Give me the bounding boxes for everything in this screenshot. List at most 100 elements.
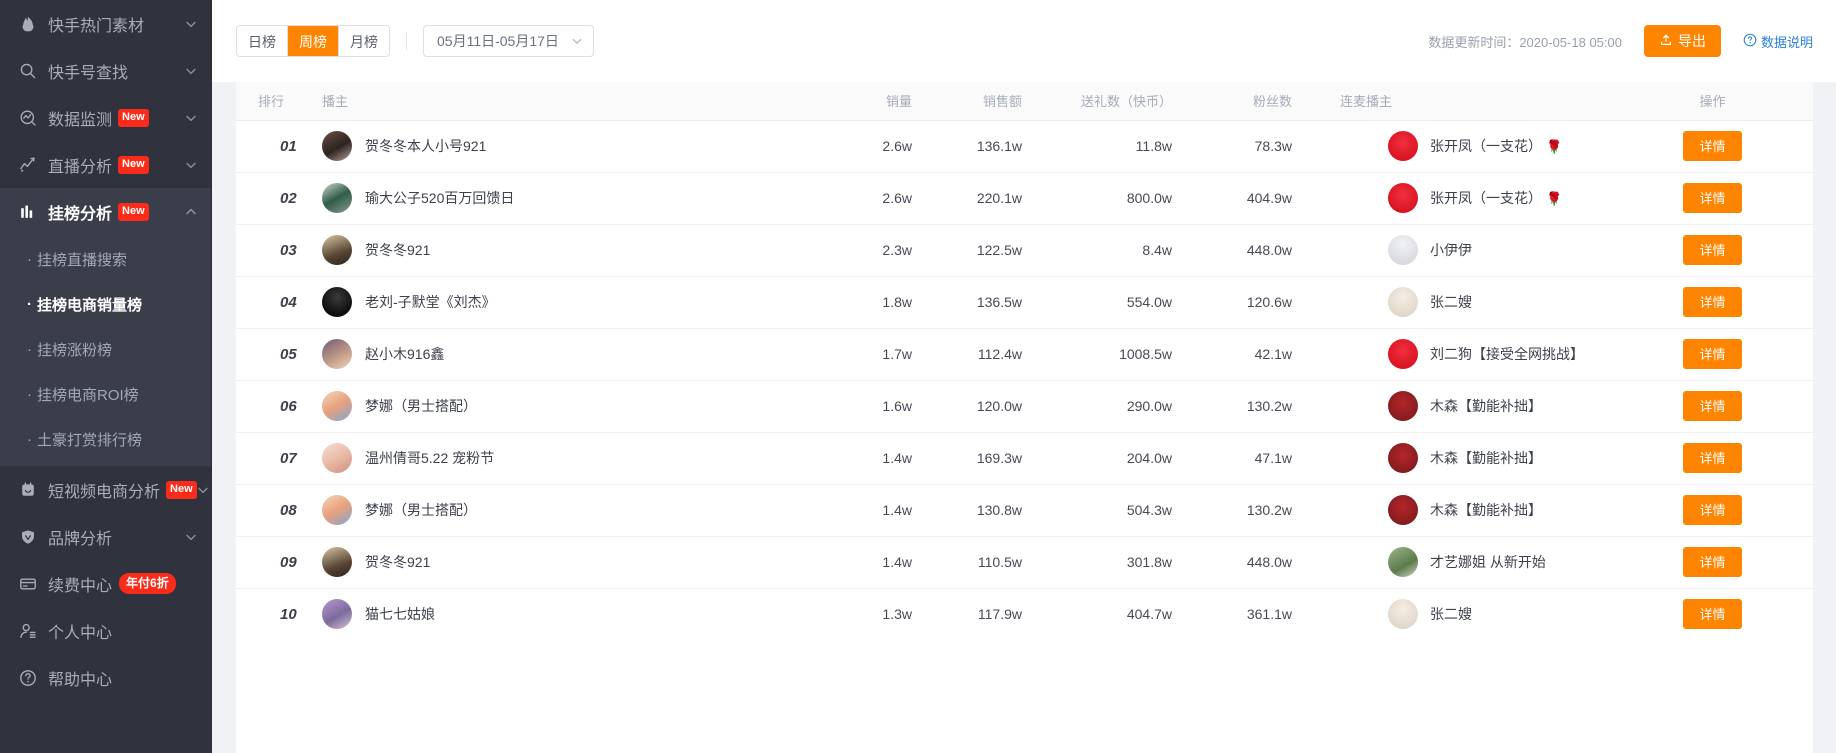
cell-fans: 42.1w [1172, 328, 1292, 381]
sidebar-subitem-label: 挂榜电商销量榜 [37, 297, 143, 314]
bullet-icon: · [27, 431, 32, 448]
table-row[interactable]: 02 瑜大公子520百万回馈日 2.6w 220.1w 800.0w 404.9w 张开凤（… [236, 172, 1813, 225]
detail-button[interactable]: 详情 [1683, 339, 1742, 369]
period-tab-2[interactable]: 月榜 [339, 26, 389, 56]
rose-icon: 🌹 [1546, 191, 1563, 206]
question-icon [17, 667, 39, 689]
co-host-avatar [1388, 599, 1418, 630]
col-header-fans: 粉丝数 [1172, 82, 1292, 121]
co-host-name[interactable]: 刘二狗【接受全网挑战】 [1430, 344, 1584, 364]
co-host-name[interactable]: 木森【勤能补拙】 [1430, 448, 1542, 468]
data-note-label: 数据说明 [1760, 34, 1813, 50]
detail-button[interactable]: 详情 [1683, 183, 1742, 213]
discount-badge: 年付6折 [119, 573, 176, 594]
cell-amount: 136.1w [912, 120, 1022, 173]
data-note-link[interactable]: 数据说明 [1743, 32, 1813, 51]
shield-icon [17, 526, 39, 548]
co-host-name[interactable]: 木森【勤能补拙】 [1430, 500, 1542, 520]
sidebar-subitem-1[interactable]: · 挂榜电商销量榜 [0, 282, 211, 327]
period-tab-group[interactable]: 日榜 周榜 月榜 [236, 25, 390, 57]
detail-button[interactable]: 详情 [1683, 235, 1742, 265]
co-host-name[interactable]: 张开凤（一支花） 🌹 [1430, 188, 1562, 208]
rank-number: 06 [280, 397, 297, 415]
cell-fans: 130.2w [1172, 380, 1292, 433]
detail-button[interactable]: 详情 [1683, 495, 1742, 525]
chevron-down-icon [185, 18, 197, 30]
cell-amount: 220.1w [912, 172, 1022, 225]
host-name[interactable]: 温州倩哥5.22 宠粉节 [365, 448, 494, 468]
host-name[interactable]: 赵小木916鑫 [365, 344, 444, 364]
cell-amount: 110.5w [912, 536, 1022, 589]
app-root: 快手热门素材 快手号查找 数据监测 New 直播分析 New 挂榜分析 New · 挂榜直播搜索… [0, 0, 1836, 753]
co-host-avatar [1388, 391, 1418, 421]
sidebar-item-3[interactable]: 直播分析 New [0, 141, 211, 188]
date-range-value: 05月11日-05月17日 [437, 33, 559, 49]
sidebar-item-2[interactable]: 数据监测 New [0, 94, 211, 141]
sidebar-item-4[interactable]: 挂榜分析 New [0, 188, 211, 235]
cell-gifts: 1008.5w [1022, 328, 1172, 381]
cell-gifts: 204.0w [1022, 432, 1172, 485]
co-host-name[interactable]: 木森【勤能补拙】 [1430, 396, 1542, 416]
sidebar-item-8[interactable]: 个人中心 [0, 607, 211, 654]
sidebar-item-7[interactable]: 续费中心 年付6折 [0, 560, 211, 607]
co-host-name[interactable]: 小伊伊 [1430, 240, 1472, 260]
rank-number: 02 [280, 189, 297, 207]
cell-sales: 1.4w [812, 536, 912, 589]
table-row[interactable]: 10 猫七七姑娘 1.3w 117.9w 404.7w 361.1w 张二嫂 详情 [236, 588, 1813, 640]
ranking-table: 排行 播主 销量 销售额 送礼数（快币） 粉丝数 连麦播主 操作 01 贺冬冬本人… [236, 82, 1813, 640]
host-name[interactable]: 贺冬冬921 [365, 240, 430, 260]
table-row[interactable]: 06 梦娜（男士搭配） 1.6w 120.0w 290.0w 130.2w 木森【勤能补拙】… [236, 380, 1813, 433]
sidebar-subitem-0[interactable]: · 挂榜直播搜索 [0, 237, 211, 282]
detail-button[interactable]: 详情 [1683, 391, 1742, 421]
detail-button[interactable]: 详情 [1683, 599, 1742, 630]
sidebar-subitem-2[interactable]: · 挂榜涨粉榜 [0, 327, 211, 372]
table-row[interactable]: 01 贺冬冬本人小号921 2.6w 136.1w 11.8w 78.3w 张开凤（一支花）… [236, 120, 1813, 173]
period-tab-1[interactable]: 周榜 [288, 26, 339, 56]
avatar [322, 287, 352, 317]
table-row[interactable]: 03 贺冬冬921 2.3w 122.5w 8.4w 448.0w 小伊伊 详情 [236, 224, 1813, 277]
table-row[interactable]: 04 老刘-子默堂《刘杰》 1.8w 136.5w 554.0w 120.6w 张二嫂 详情 [236, 276, 1813, 329]
detail-button[interactable]: 详情 [1683, 287, 1742, 317]
sidebar-item-5[interactable]: 短视频电商分析 New [0, 466, 211, 513]
sidebar-subgroup: · 挂榜直播搜索 · 挂榜电商销量榜 · 挂榜涨粉榜 · 挂榜电商ROI榜 · 土豪打赏排行榜 [0, 235, 211, 466]
avatar [322, 547, 352, 577]
host-name[interactable]: 梦娜（男士搭配） [365, 500, 477, 520]
cell-gifts: 11.8w [1022, 120, 1172, 173]
co-host-name[interactable]: 才艺娜姐 从新开始 [1430, 552, 1546, 572]
co-host-name[interactable]: 张开凤（一支花） 🌹 [1430, 136, 1562, 156]
detail-button[interactable]: 详情 [1683, 547, 1742, 577]
sidebar-item-0[interactable]: 快手热门素材 [0, 0, 211, 47]
sidebar-item-9[interactable]: 帮助中心 [0, 654, 211, 701]
host-name[interactable]: 老刘-子默堂《刘杰》 [365, 292, 496, 312]
flame-icon [17, 13, 39, 35]
sidebar-subitem-3[interactable]: · 挂榜电商ROI榜 [0, 372, 211, 417]
co-host-name[interactable]: 张二嫂 [1430, 292, 1472, 312]
question-circle-icon [1743, 33, 1757, 50]
host-name[interactable]: 瑜大公子520百万回馈日 [365, 188, 514, 208]
host-name[interactable]: 猫七七姑娘 [365, 604, 435, 624]
date-range-picker[interactable]: 05月11日-05月17日 [423, 25, 594, 57]
sidebar-subitem-label: 挂榜涨粉榜 [37, 342, 113, 359]
export-button[interactable]: 导出 [1643, 25, 1721, 57]
avatar [322, 235, 352, 265]
table-row[interactable]: 09 贺冬冬921 1.4w 110.5w 301.8w 448.0w 才艺娜姐 从新开始 详… [236, 536, 1813, 589]
table-row[interactable]: 08 梦娜（男士搭配） 1.4w 130.8w 504.3w 130.2w 木森【勤能补拙】… [236, 484, 1813, 537]
cell-sales: 2.3w [812, 224, 912, 277]
sidebar-item-6[interactable]: 品牌分析 [0, 513, 211, 560]
period-tab-0[interactable]: 日榜 [237, 26, 288, 56]
sidebar-subitem-label: 土豪打赏排行榜 [37, 432, 143, 449]
host-name[interactable]: 贺冬冬本人小号921 [365, 136, 486, 156]
co-host-name[interactable]: 张二嫂 [1430, 604, 1472, 624]
col-header-sales: 销量 [812, 82, 912, 121]
sidebar-item-1[interactable]: 快手号查找 [0, 47, 211, 94]
sidebar-item-label: 品牌分析 [48, 530, 113, 548]
sidebar-item-label: 帮助中心 [48, 671, 113, 689]
table-row[interactable]: 05 赵小木916鑫 1.7w 112.4w 1008.5w 42.1w 刘二狗【接受全网挑… [236, 328, 1813, 381]
host-name[interactable]: 梦娜（男士搭配） [365, 396, 477, 416]
host-name[interactable]: 贺冬冬921 [365, 552, 430, 572]
cell-fans: 120.6w [1172, 276, 1292, 329]
detail-button[interactable]: 详情 [1683, 131, 1742, 161]
table-row[interactable]: 07 温州倩哥5.22 宠粉节 1.4w 169.3w 204.0w 47.1w 木森【勤能… [236, 432, 1813, 485]
sidebar-subitem-4[interactable]: · 土豪打赏排行榜 [0, 417, 211, 462]
detail-button[interactable]: 详情 [1683, 443, 1742, 473]
